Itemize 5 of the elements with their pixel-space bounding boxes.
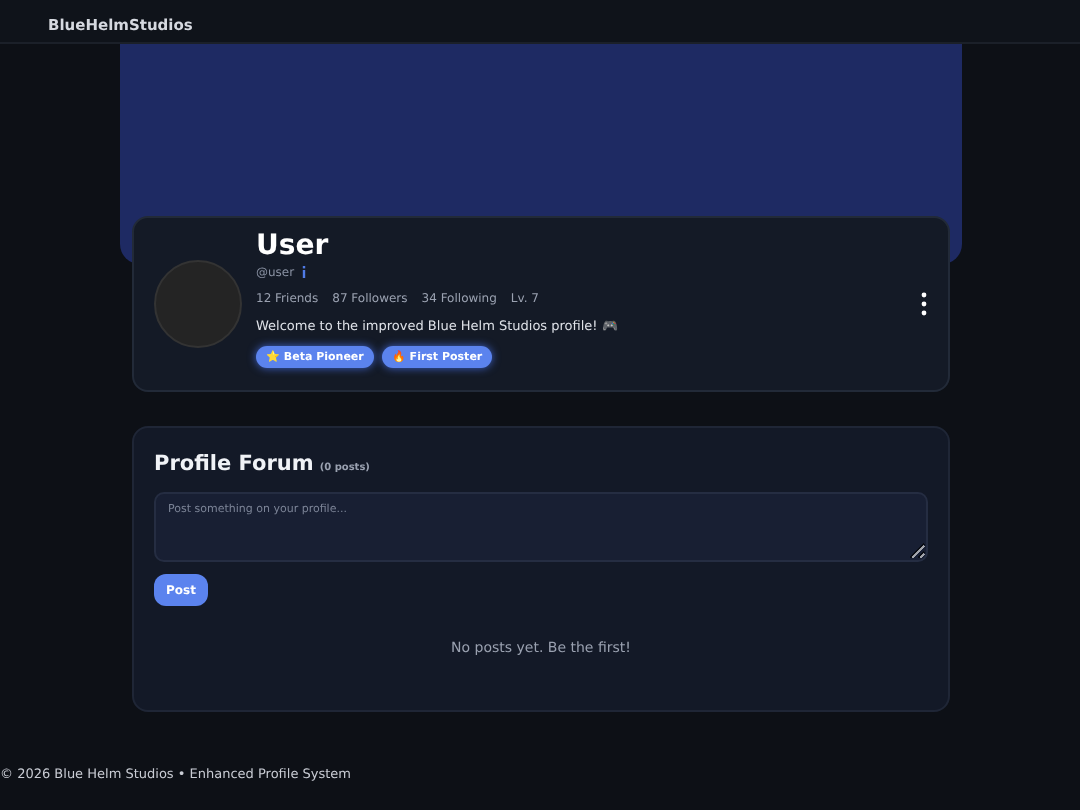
more-icon[interactable] xyxy=(920,292,928,316)
info-icon[interactable] xyxy=(302,266,307,278)
profile-name: User xyxy=(256,229,331,261)
avatar xyxy=(154,260,242,348)
forum-title: Profile Forum xyxy=(154,452,314,476)
